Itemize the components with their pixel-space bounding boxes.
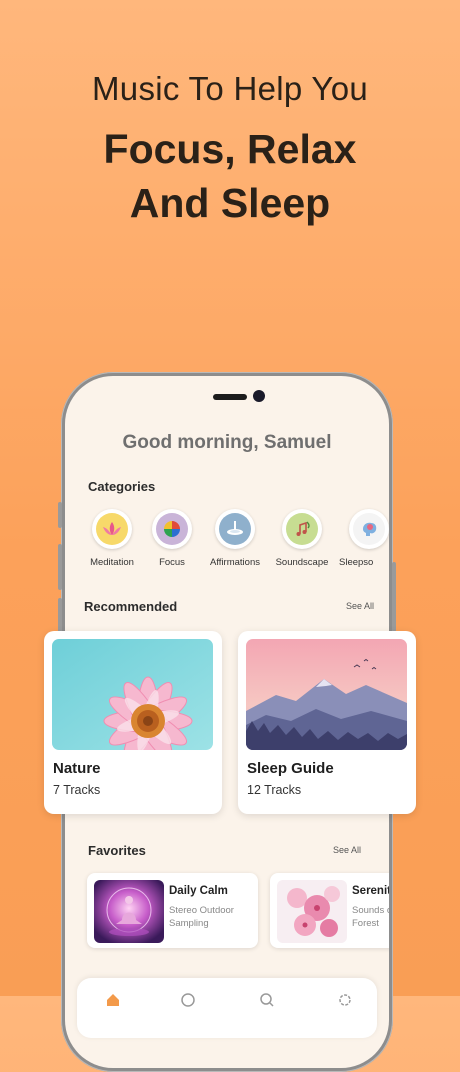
pink-flower-image [52,639,213,750]
card-subtitle: 12 Tracks [247,783,302,797]
fountain-icon [219,513,251,545]
favorite-title: Serenity [352,885,389,897]
lotus-icon [96,513,128,545]
meditation-aura-image [94,880,164,943]
brain-icon [353,513,385,545]
color-wheel-icon [156,513,188,545]
card-title: Nature [53,760,101,777]
category-label: Sleepsounds [339,557,373,568]
home-icon[interactable] [105,992,121,1008]
categories-title: Categories [88,479,156,494]
mountain-sunset-image [246,639,407,750]
category-sleepsounds[interactable]: Sleepsounds [339,509,389,568]
phone-speaker [213,394,247,400]
greeting-text: Good morning, Samuel [122,432,332,453]
recommended-see-all-link[interactable]: See All [346,601,374,611]
phone-power-button [392,562,396,632]
category-meditation[interactable]: Meditation [82,509,142,568]
search-icon[interactable] [259,992,275,1008]
music-plant-icon [286,513,318,545]
favorite-subtitle-line: Sampling [169,918,209,929]
favorite-card-serenity[interactable]: Serenity Sounds of Forest [270,873,389,948]
recommended-card-nature[interactable]: Nature 7 Tracks [44,631,222,814]
category-focus[interactable]: Focus [142,509,202,568]
hero-line-2: Focus, Relax [103,126,357,172]
category-affirmations[interactable]: Affirmations [205,509,265,568]
card-title: Sleep Guide [247,760,334,777]
favorite-subtitle-line: Sounds of [352,905,389,916]
phone-volume-up [58,544,62,590]
favorite-subtitle-line: Stereo Outdoor [169,905,234,916]
category-soundscape[interactable]: Soundscape [272,509,332,568]
hero-line-3: And Sleep [129,180,331,226]
favorite-subtitle: Stereo Outdoor Sampling [169,904,234,930]
category-label: Soundscape [275,557,329,568]
category-label: Meditation [90,557,134,568]
phone-camera [253,390,265,402]
discover-icon[interactable] [180,992,196,1008]
category-label: Affirmations [210,557,260,568]
hero-line-1: Music To Help You [92,70,368,107]
cherry-blossom-image [277,880,347,943]
card-subtitle: 7 Tracks [53,783,101,797]
phone-side-button [58,502,62,528]
bottom-tab-bar [77,978,377,1038]
favorite-title: Daily Calm [169,885,228,897]
category-label: Focus [159,557,185,568]
recommended-title: Recommended [84,599,178,614]
settings-icon[interactable] [337,992,353,1008]
favorite-subtitle: Sounds of Forest [352,904,389,930]
favorite-card-daily-calm[interactable]: Daily Calm Stereo Outdoor Sampling [87,873,258,948]
favorite-subtitle-line: Forest [352,918,379,929]
favorites-see-all-link[interactable]: See All [333,845,361,855]
recommended-card-sleep-guide[interactable]: Sleep Guide 12 Tracks [238,631,416,814]
favorites-title: Favorites [88,843,146,858]
